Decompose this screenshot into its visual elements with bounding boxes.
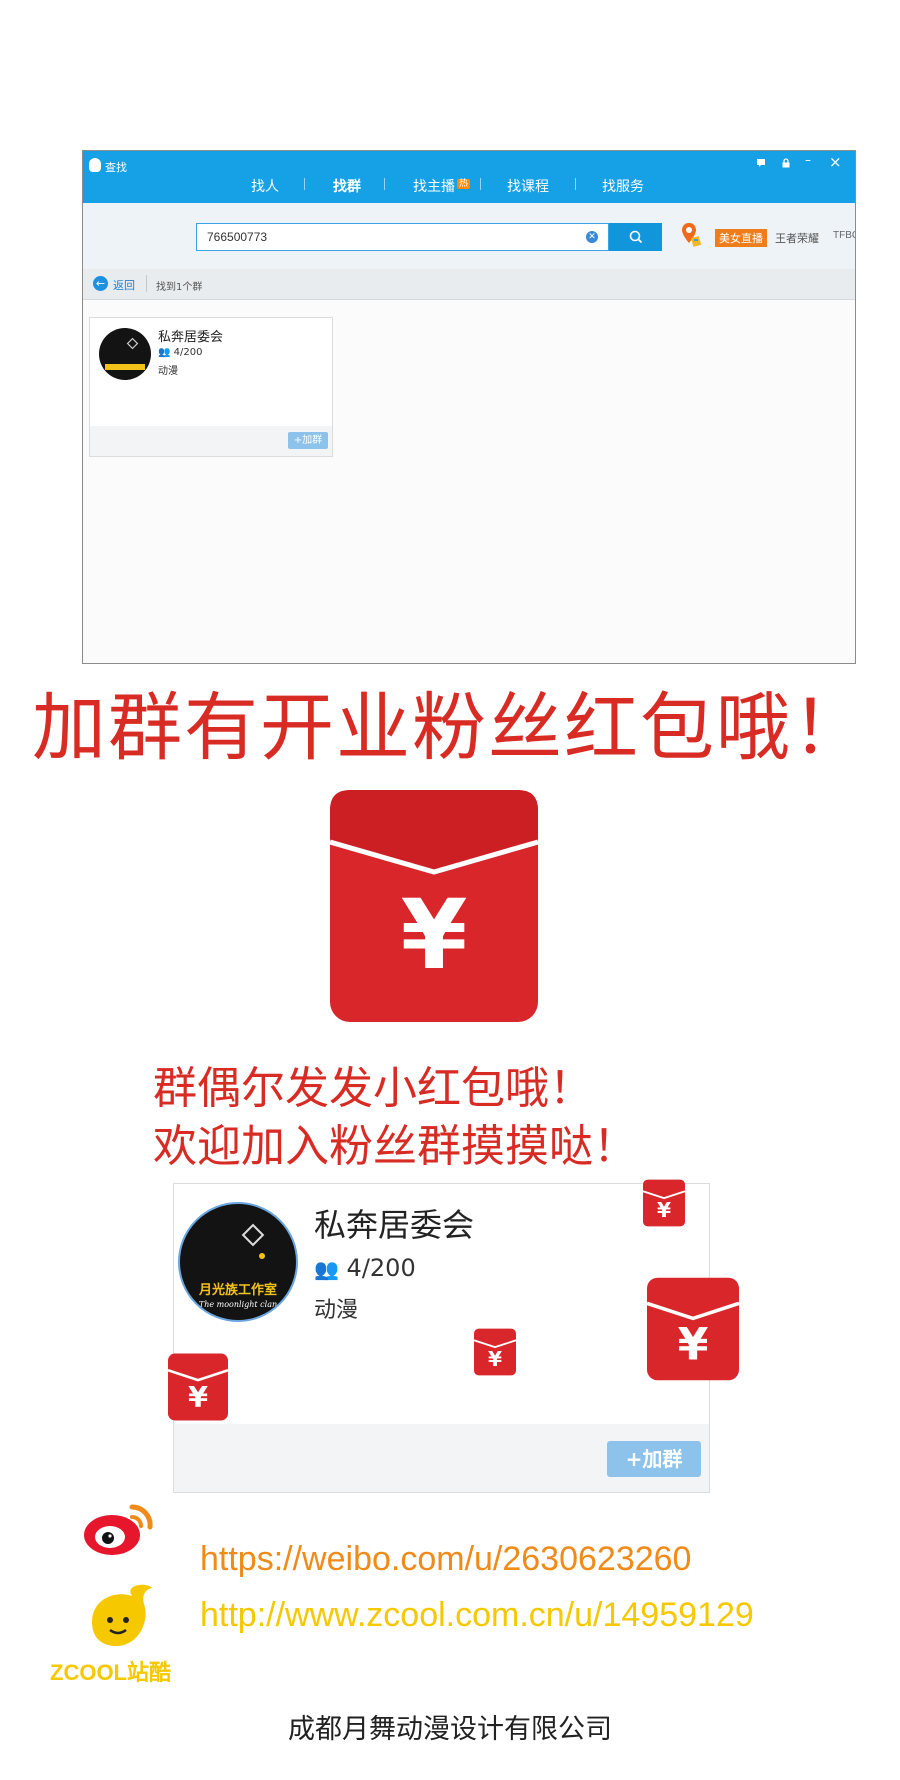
search-icon [629, 230, 643, 244]
window-title: 查找 [105, 161, 127, 174]
search-button[interactable] [609, 223, 662, 251]
zcool-bird-icon [92, 1584, 152, 1646]
clear-icon[interactable]: ✕ [586, 231, 598, 243]
search-input[interactable] [207, 230, 567, 244]
group-avatar-large: 月光族工作室 The moonlight clan [178, 1202, 298, 1322]
group-name[interactable]: 私奔居委会 [158, 326, 223, 345]
red-envelope-small-icon: ¥ [643, 1179, 685, 1227]
result-count: 找到1个群 [156, 282, 203, 293]
tab-divider [304, 178, 305, 190]
moon-logo-icon: 月光族工作室 The moonlight clan [198, 1223, 277, 1309]
svg-text:¥: ¥ [188, 1380, 208, 1414]
group-members-large: 👥 4/200 [314, 1254, 416, 1282]
group-name-large: 私奔居委会 [314, 1206, 475, 1244]
svg-text:¥: ¥ [488, 1347, 502, 1371]
company-name: 成都月舞动漫设计有限公司 [288, 1714, 612, 1745]
nav-row: ← 返回 找到1个群 [83, 269, 855, 300]
zcool-link[interactable]: http://www.zcool.com.cn/u/14959129 [200, 1596, 754, 1635]
join-group-button[interactable]: +加群 [288, 432, 328, 449]
red-envelope-small-icon: ¥ [474, 1328, 516, 1376]
weibo-link[interactable]: https://weibo.com/u/2630623260 [200, 1540, 691, 1579]
close-icon[interactable]: × [829, 153, 842, 171]
members-icon: 👥 [158, 347, 171, 358]
red-envelope-small-icon: ¥ [647, 1277, 739, 1381]
group-result-card[interactable]: 私奔居委会 👥 4/200 动漫 +加群 [89, 317, 333, 457]
lock-icon[interactable] [781, 157, 791, 171]
avatar-subtext: The moonlight clan [199, 1300, 277, 1309]
tab-find-group[interactable]: 找群 [333, 176, 361, 196]
qq-find-window: 查找 找人 找群 找主播热 找课程 找服务 – × ✕ [82, 150, 856, 664]
tab-find-streamer[interactable]: 找主播热 [413, 176, 471, 196]
join-group-button-large: +加群 [607, 1441, 701, 1477]
nav-divider [146, 275, 147, 292]
back-arrow-icon[interactable]: ← [93, 276, 108, 291]
tab-find-course[interactable]: 找课程 [507, 176, 549, 196]
back-link[interactable]: 返回 [113, 277, 135, 293]
feedback-icon[interactable] [756, 157, 766, 171]
group-category: 动漫 [158, 366, 178, 377]
moon-logo-icon [105, 337, 145, 370]
group-category-large: 动漫 [314, 1298, 359, 1323]
members-icon: 👥 [314, 1257, 339, 1281]
group-members: 👥 4/200 [158, 347, 203, 358]
minimize-icon[interactable]: – [805, 153, 811, 167]
title-bar: 查找 找人 找群 找主播热 找课程 找服务 – × [83, 151, 855, 203]
tab-divider [480, 178, 481, 190]
avatar-text: 月光族工作室 [198, 1282, 277, 1298]
tfbc-tag-link[interactable]: TFBC [833, 230, 855, 241]
promo-headline: 加群有开业粉丝红包哦！ [32, 685, 868, 771]
red-envelope-small-icon: ¥ [168, 1353, 228, 1421]
live-tag-link[interactable]: 美女直播 [715, 229, 767, 247]
map-pin-icon[interactable] [680, 221, 702, 249]
search-row: ✕ 美女直播 王者荣耀 TFBC [83, 203, 855, 270]
svg-text:¥: ¥ [657, 1198, 671, 1222]
hot-badge: 热 [457, 179, 471, 189]
tab-find-people[interactable]: 找人 [251, 176, 279, 196]
yen-glyph: ¥ [401, 879, 468, 991]
tab-divider [575, 178, 576, 190]
red-envelope-icon: ¥ [330, 790, 538, 1022]
zcool-logo-text: ZCOOL站酷 [50, 1660, 171, 1685]
tab-divider [384, 178, 385, 190]
group-card-zoomed: 月光族工作室 The moonlight clan 私奔居委会 👥 4/200 … [173, 1183, 710, 1493]
svg-text:¥: ¥ [678, 1320, 709, 1371]
promo-line-1: 群偶尔发发小红包哦！ [153, 1063, 593, 1114]
tab-find-service[interactable]: 找服务 [602, 176, 644, 196]
search-box[interactable]: ✕ [196, 223, 609, 251]
game-tag-link[interactable]: 王者荣耀 [775, 230, 819, 246]
promo-line-2: 欢迎加入粉丝群摸摸哒！ [153, 1121, 637, 1172]
weibo-logo-icon [84, 1504, 153, 1555]
group-avatar[interactable] [99, 328, 151, 380]
qq-logo-icon [89, 158, 101, 172]
